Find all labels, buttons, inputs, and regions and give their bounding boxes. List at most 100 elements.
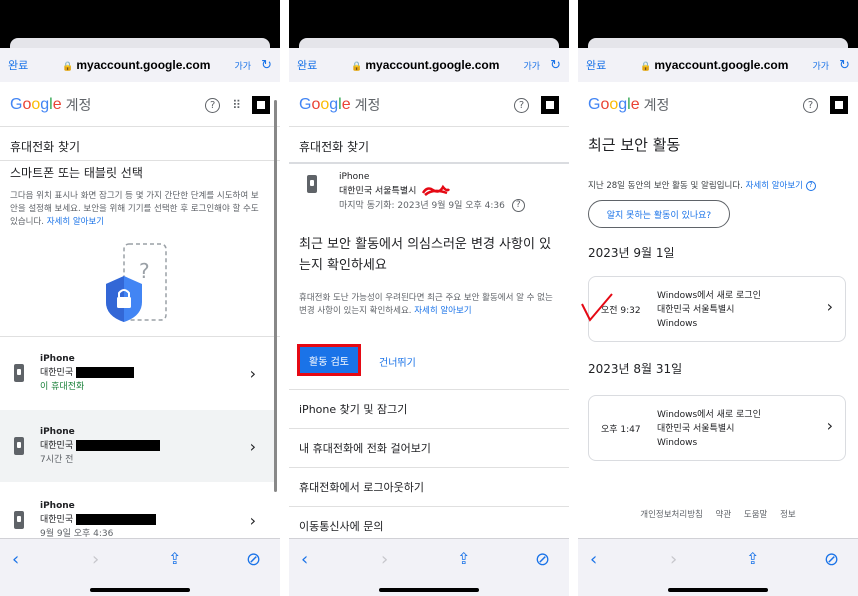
phone-icon (307, 175, 317, 193)
avatar[interactable] (541, 96, 559, 114)
share-icon[interactable]: ⇪ (746, 549, 759, 568)
date-heading: 2023년 9월 1일 (588, 246, 675, 260)
compass-icon[interactable]: ⊘ (535, 549, 550, 570)
avatar[interactable] (252, 96, 270, 114)
review-activity-button[interactable]: 활동 검토 (297, 344, 361, 376)
help-icon[interactable]: ? (511, 198, 525, 212)
page-title: 최근 보안 활동 (588, 136, 681, 154)
google-account-header: Google 계정 ? (289, 86, 569, 124)
device-region: 대한민국 (40, 515, 74, 525)
google-logo-letter: G (10, 96, 23, 113)
footer-terms-link[interactable]: 약관 (716, 510, 732, 520)
device-location: 대한민국 서울특별시 (339, 186, 417, 197)
compass-icon[interactable]: ⊘ (824, 549, 839, 570)
help-icon[interactable]: ? (803, 97, 818, 113)
device-name: iPhone (339, 172, 370, 182)
shield-illustration: ? (102, 242, 172, 324)
activity-card[interactable]: 오후 1:47 Windows에서 새로 로그인 대한민국 서울특별시 Wind… (588, 395, 846, 461)
redacted-block (76, 440, 160, 451)
date-heading: 2023년 8월 31일 (588, 362, 683, 376)
lock-icon: 🔒 (640, 61, 652, 71)
google-logo-letter: e (52, 96, 62, 113)
skip-button[interactable]: 건너뛰기 (379, 354, 416, 369)
google-logo-letter: g (40, 96, 50, 113)
red-scribble (422, 184, 451, 196)
chevron-right-icon: › (826, 297, 833, 316)
chevron-right-icon: › (249, 510, 256, 530)
reload-icon[interactable]: ↻ (261, 58, 272, 73)
phone-icon (14, 437, 24, 455)
activity-text: Windows에서 새로 로그인 대한민국 서울특별시 Windows (657, 291, 761, 329)
google-logo-letter: G (299, 96, 312, 113)
reload-icon[interactable]: ↻ (839, 58, 850, 73)
security-heading: 최근 보안 활동에서 의심스러운 변경 사항이 있는지 확인하세요 (299, 237, 552, 273)
status-strip (588, 38, 848, 48)
avatar[interactable] (830, 96, 848, 114)
share-icon[interactable]: ⇪ (457, 549, 470, 568)
unknown-activity-button[interactable]: 알지 못하는 활동이 있나요? (588, 200, 730, 228)
google-logo[interactable]: Google (588, 96, 640, 114)
phone-icon (14, 364, 24, 382)
device-row[interactable]: iPhone 대한민국 이 휴대전화 › (0, 337, 274, 409)
apps-grid-icon[interactable]: ⠿ (232, 98, 241, 112)
scrollbar[interactable] (274, 100, 277, 492)
text-size-button[interactable]: 가가 (235, 59, 252, 72)
help-icon[interactable]: ? (514, 97, 529, 113)
lock-icon: 🔒 (62, 61, 74, 71)
text-size-button[interactable]: 가가 (813, 59, 830, 72)
done-button[interactable]: 완료 (297, 57, 327, 73)
home-indicator (379, 588, 479, 592)
menu-sign-out[interactable]: 휴대전화에서 로그아웃하기 (289, 467, 569, 505)
device-row[interactable]: iPhone 대한민국 7시간 전 › (0, 410, 274, 482)
url-field[interactable]: 🔒 myaccount.google.com (38, 58, 235, 72)
footer-help-link[interactable]: 도움말 (744, 510, 767, 520)
url-field[interactable]: 🔒 myaccount.google.com (616, 58, 813, 72)
share-icon[interactable]: ⇪ (168, 549, 181, 568)
google-logo[interactable]: Google (10, 96, 62, 114)
reload-icon[interactable]: ↻ (550, 58, 561, 73)
google-account-header: Google 계정 ? ⠿ (0, 86, 280, 124)
learn-more-link[interactable]: 자세히 알아보기 (746, 181, 803, 191)
device-name: iPhone (40, 427, 75, 437)
google-logo-letter: g (618, 96, 628, 113)
compass-icon[interactable]: ⊘ (246, 549, 261, 570)
back-icon[interactable]: ‹ (12, 549, 19, 570)
help-icon[interactable]: ? (805, 180, 816, 191)
back-icon[interactable]: ‹ (301, 549, 308, 570)
menu-call-phone[interactable]: 내 휴대전화에 전화 걸어보기 (289, 428, 569, 466)
phone-screen-security-activity: 완료 🔒 myaccount.google.com 가가 ↻ Google 계정 … (578, 0, 858, 596)
google-logo[interactable]: Google (299, 96, 351, 114)
safari-toolbar: ‹ › ⇪ ⊘ (578, 538, 858, 596)
red-checkmark (581, 293, 613, 322)
phone-icon (14, 511, 24, 529)
google-logo-letter: G (588, 96, 601, 113)
url-text: myaccount.google.com (76, 58, 211, 72)
forward-icon[interactable]: › (670, 549, 677, 570)
forward-icon[interactable]: › (381, 549, 388, 570)
safari-address-bar: 완료 🔒 myaccount.google.com 가가 ↻ (289, 48, 569, 82)
help-icon[interactable]: ? (205, 97, 221, 113)
safari-toolbar: ‹ › ⇪ ⊘ (289, 538, 569, 596)
device-region: 대한민국 (40, 368, 74, 378)
menu-find-lock[interactable]: iPhone 찾기 및 잠그기 (289, 389, 569, 427)
account-label: 계정 (643, 98, 670, 114)
url-text: myaccount.google.com (654, 58, 789, 72)
footer-privacy-link[interactable]: 개인정보처리방침 (640, 510, 703, 520)
home-indicator (90, 588, 190, 592)
google-logo-letter: e (341, 96, 351, 113)
activity-card[interactable]: 오전 9:32 Windows에서 새로 로그인 대한민국 서울특별시 Wind… (588, 276, 846, 342)
footer-about-link[interactable]: 정보 (780, 510, 796, 520)
url-field[interactable]: 🔒 myaccount.google.com (327, 58, 524, 72)
done-button[interactable]: 완료 (8, 57, 38, 73)
learn-more-link[interactable]: 자세히 알아보기 (414, 306, 471, 316)
done-button[interactable]: 완료 (586, 57, 616, 73)
safari-address-bar: 완료 🔒 myaccount.google.com 가가 ↻ (578, 48, 858, 82)
text-size-button[interactable]: 가가 (524, 59, 541, 72)
back-icon[interactable]: ‹ (590, 549, 597, 570)
forward-icon[interactable]: › (92, 549, 99, 570)
status-strip (10, 38, 270, 48)
safari-toolbar: ‹ › ⇪ ⊘ (0, 538, 280, 596)
security-desc: 휴대전화 도난 가능성이 우려된다면 최근 주요 보안 활동에서 알 수 없는 … (299, 293, 553, 316)
learn-more-link[interactable]: 자세히 알아보기 (47, 217, 104, 227)
redacted-block (76, 514, 156, 525)
